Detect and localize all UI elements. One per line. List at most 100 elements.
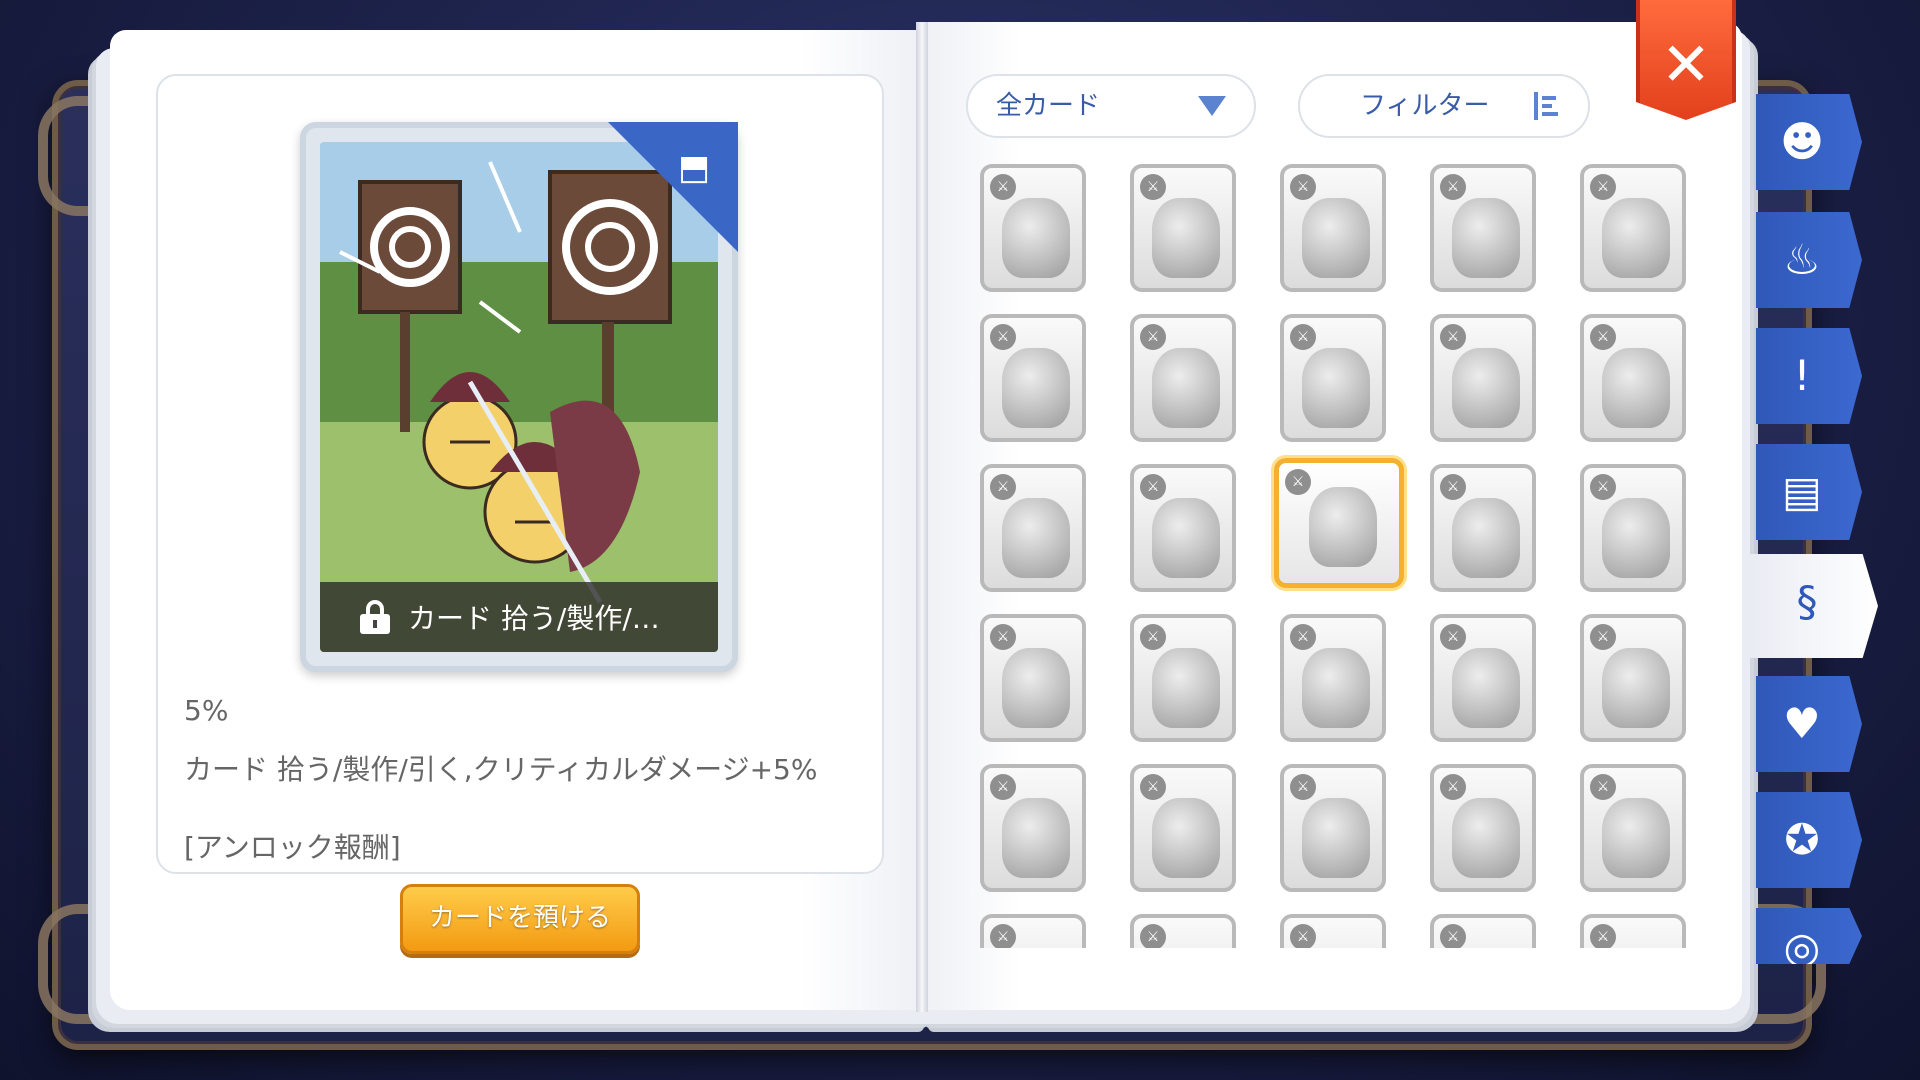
monster-portrait xyxy=(1302,198,1370,278)
card-slot[interactable]: ⚔ xyxy=(980,764,1086,892)
card-category-dropdown[interactable]: 全カード xyxy=(966,74,1256,138)
card-slot[interactable]: ⚔ xyxy=(980,464,1086,592)
card-type-badge-icon: ⚔ xyxy=(1590,174,1616,200)
card-type-badge-icon: ⚔ xyxy=(1440,474,1466,500)
card-type-badge-icon: ⚔ xyxy=(1590,774,1616,800)
monster-portrait xyxy=(1002,348,1070,428)
card-type-badge-icon: ⚔ xyxy=(990,174,1016,200)
card-type-badge-icon: ⚔ xyxy=(1290,774,1316,800)
monster-portrait xyxy=(1452,798,1520,878)
card-type-badge-icon: ⚔ xyxy=(1140,324,1166,350)
card-slot[interactable]: ⚔ xyxy=(1280,914,1386,948)
side-tab-monster-face-icon[interactable]: ☻ xyxy=(1756,94,1862,190)
card-slot[interactable]: ⚔ xyxy=(1430,164,1536,292)
deposit-box-icon: ⬒ xyxy=(677,148,711,188)
card-slot[interactable]: ⚔ xyxy=(1430,314,1536,442)
card-type-badge-icon: ⚔ xyxy=(1590,324,1616,350)
monster-portrait xyxy=(1152,798,1220,878)
side-tab-npc-alert-icon[interactable]: ! xyxy=(1756,328,1862,424)
card-type-badge-icon: ⚔ xyxy=(1140,174,1166,200)
dropdown-value: 全カード xyxy=(996,91,1101,121)
card-type-badge-icon: ⚔ xyxy=(1590,474,1616,500)
monster-portrait xyxy=(1602,798,1670,878)
card-type-badge-icon: ⚔ xyxy=(990,924,1016,948)
card-type-badge-icon: ⚔ xyxy=(1290,624,1316,650)
close-button[interactable]: ✕ xyxy=(1636,0,1736,120)
unlock-reward-label: [アンロック報酬] xyxy=(184,831,401,864)
card-type-badge-icon: ⚔ xyxy=(1140,624,1166,650)
monster-portrait xyxy=(1602,198,1670,278)
card-type-badge-icon: ⚔ xyxy=(1440,174,1466,200)
card-slot[interactable]: ⚔ xyxy=(1280,764,1386,892)
card-type-badge-icon: ⚔ xyxy=(1285,469,1311,495)
card-slot[interactable]: ⚔ xyxy=(980,614,1086,742)
card-type-badge-icon: ⚔ xyxy=(990,774,1016,800)
deposit-card-button[interactable]: カードを預ける xyxy=(400,884,640,954)
card-type-badge-icon: ⚔ xyxy=(1290,924,1316,948)
monster-portrait xyxy=(1002,798,1070,878)
monster-face-icon: ☻ xyxy=(1780,117,1824,166)
card-caption: カード 拾う/製作/… xyxy=(320,582,718,652)
card-slot[interactable]: ⚔ xyxy=(1580,464,1686,592)
card-slot[interactable]: ⚔ xyxy=(1280,164,1386,292)
card-slot[interactable]: ⚔ xyxy=(1280,614,1386,742)
filter-label: フィルター xyxy=(1360,91,1490,121)
filter-button[interactable]: フィルター xyxy=(1298,74,1590,138)
card-type-badge-icon: ⚔ xyxy=(1440,324,1466,350)
card-type-badge-icon: ⚔ xyxy=(1590,624,1616,650)
monster-portrait xyxy=(1452,498,1520,578)
monster-portrait xyxy=(1452,348,1520,428)
card-slot[interactable]: ⚔ xyxy=(1580,314,1686,442)
card-slot[interactable]: ⚔ xyxy=(1430,614,1536,742)
monster-portrait xyxy=(1002,648,1070,728)
monster-portrait xyxy=(1152,198,1220,278)
side-tab-radar-icon[interactable]: ◎ xyxy=(1756,908,1862,964)
card-type-badge-icon: ⚔ xyxy=(1140,774,1166,800)
side-tab-medal-icon[interactable]: ✪ xyxy=(1756,792,1862,888)
side-tab-open-book-icon[interactable]: ▤ xyxy=(1756,444,1862,540)
card-slot[interactable]: ⚔ xyxy=(1280,314,1386,442)
medal-icon: ✪ xyxy=(1784,815,1820,864)
card-type-badge-icon: ⚔ xyxy=(1590,924,1616,948)
card-type-badge-icon: ⚔ xyxy=(990,474,1016,500)
card-slot[interactable]: ⚔ xyxy=(1130,764,1236,892)
card-slot[interactable]: ⚔ xyxy=(980,164,1086,292)
card-type-badge-icon: ⚔ xyxy=(1140,924,1166,948)
card-slot[interactable]: ⚔ xyxy=(1130,314,1236,442)
card-preview[interactable]: カード 拾う/製作/… ⬒ xyxy=(300,122,738,672)
card-slot[interactable]: ⚔ xyxy=(1130,914,1236,948)
monster-portrait xyxy=(1602,648,1670,728)
npc-alert-icon: ! xyxy=(1793,351,1811,400)
card-slot[interactable]: ⚔ xyxy=(1430,914,1536,948)
card-slot[interactable]: ⚔ xyxy=(1130,464,1236,592)
card-type-badge-icon: ⚔ xyxy=(1440,774,1466,800)
chef-hat-icon: ♨ xyxy=(1783,235,1821,284)
side-tab-card-icon[interactable]: § xyxy=(1750,554,1878,658)
card-slot-selected[interactable]: ⚔ xyxy=(1274,458,1404,588)
monster-portrait xyxy=(1602,348,1670,428)
monster-portrait xyxy=(1602,498,1670,578)
card-type-badge-icon: ⚔ xyxy=(1290,174,1316,200)
card-slot[interactable]: ⚔ xyxy=(1430,764,1536,892)
side-tab-chef-hat-icon[interactable]: ♨ xyxy=(1756,212,1862,308)
filter-sort-icon xyxy=(1532,92,1558,122)
card-slot[interactable]: ⚔ xyxy=(1130,164,1236,292)
card-slot[interactable]: ⚔ xyxy=(1580,614,1686,742)
side-tab-toolbox-heart-icon[interactable]: ♥ xyxy=(1756,676,1862,772)
card-slot[interactable]: ⚔ xyxy=(980,914,1086,948)
card-slot[interactable]: ⚔ xyxy=(980,314,1086,442)
card-slot[interactable]: ⚔ xyxy=(1430,464,1536,592)
card-type-badge-icon: ⚔ xyxy=(1440,624,1466,650)
card-slot[interactable]: ⚔ xyxy=(1580,764,1686,892)
toolbox-heart-icon: ♥ xyxy=(1783,699,1821,748)
monster-portrait xyxy=(1302,348,1370,428)
card-effect: カード 拾う/製作/引く,クリティカルダメージ+5% xyxy=(184,753,818,786)
card-slot[interactable]: ⚔ xyxy=(1580,164,1686,292)
card-type-badge-icon: ⚔ xyxy=(990,624,1016,650)
monster-portrait xyxy=(1152,498,1220,578)
card-slot[interactable]: ⚔ xyxy=(1130,614,1236,742)
monster-portrait xyxy=(1452,198,1520,278)
monster-portrait xyxy=(1452,648,1520,728)
card-type-badge-icon: ⚔ xyxy=(1290,324,1316,350)
card-slot[interactable]: ⚔ xyxy=(1580,914,1686,948)
